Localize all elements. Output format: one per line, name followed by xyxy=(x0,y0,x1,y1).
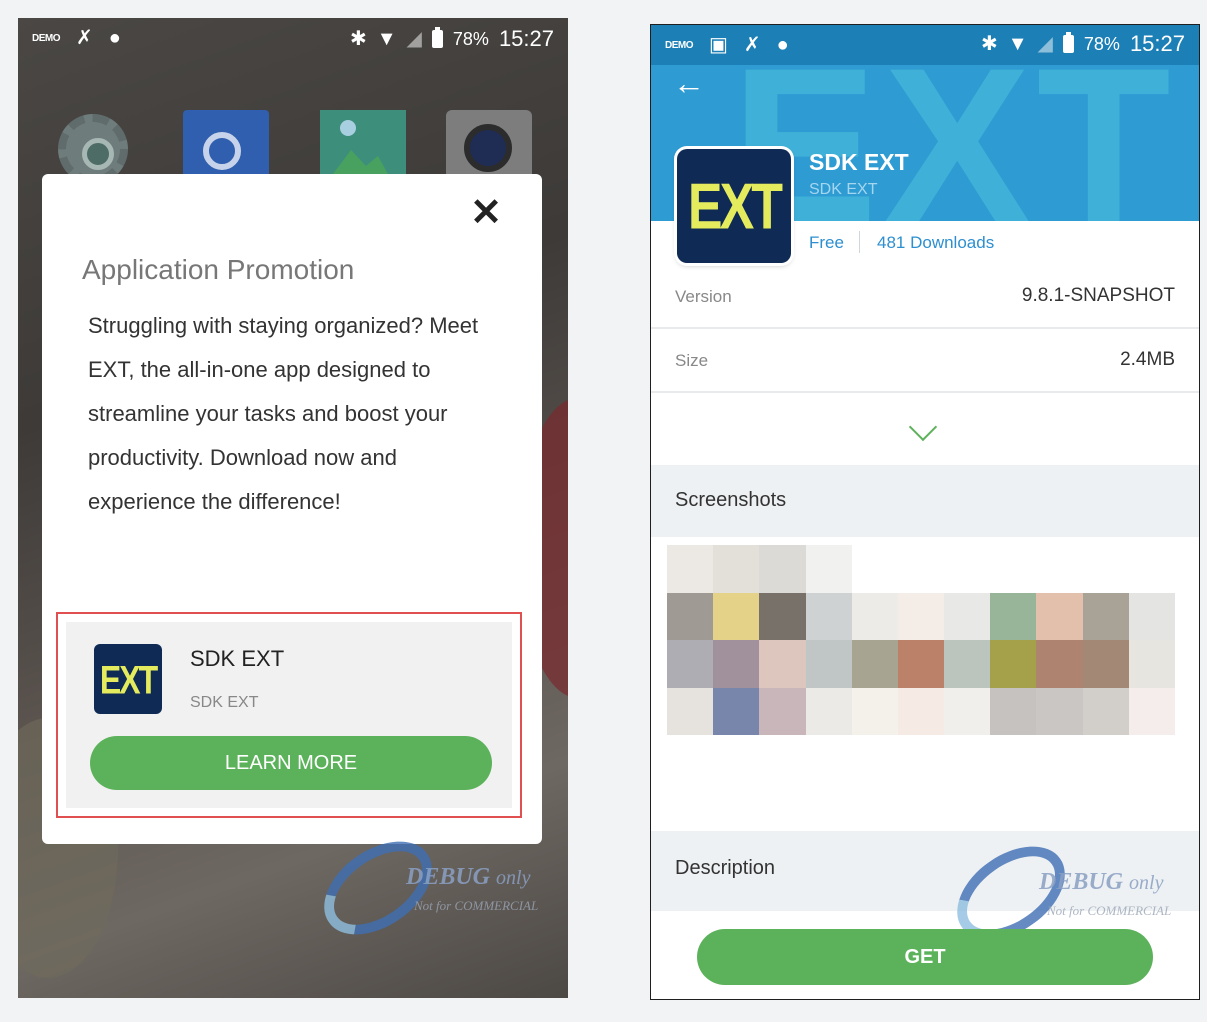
app-logo: EXT xyxy=(677,149,791,263)
image-icon: ▣ xyxy=(709,34,728,56)
watermark-subtext: Not for COMMERCIAL xyxy=(1047,903,1172,918)
gallery-app-icon[interactable] xyxy=(320,110,406,180)
screenshot-gallery[interactable] xyxy=(667,545,1175,735)
watermark-only: only xyxy=(496,867,531,889)
promo-app-name: SDK EXT xyxy=(190,646,285,671)
promo-card[interactable]: EXT SDK EXT SDK EXT LEARN MORE xyxy=(56,612,522,818)
section-title: Screenshots xyxy=(675,489,787,511)
watermark-debug: DEBUG xyxy=(1039,869,1124,895)
learn-more-button[interactable]: LEARN MORE xyxy=(90,736,492,790)
no-notification-icon: ✗ xyxy=(743,34,761,56)
no-sim-icon: ◢ xyxy=(406,28,422,50)
watermark-only: only xyxy=(1129,872,1164,894)
clock: 15:27 xyxy=(1129,31,1185,56)
app-logo-text: EXT xyxy=(99,657,158,703)
back-arrow-icon[interactable]: ← xyxy=(673,67,705,99)
download-count: 481 Downloads xyxy=(877,233,995,252)
wifi-icon: ▼ xyxy=(376,28,397,50)
bluetooth-icon: ✱ xyxy=(349,28,367,50)
status-bar: DEMO ✗ ● ✱ ▼ ◢ 78% 15:27 xyxy=(18,18,568,62)
bluetooth-icon: ✱ xyxy=(980,33,998,55)
watermark-text: DEBUG only xyxy=(406,864,530,891)
section-title: Description xyxy=(675,857,776,879)
no-notification-icon: ✗ xyxy=(76,27,93,49)
right-phone-screen: EXT DEMO ▣ ✗ ● ✱ ▼ ◢ 78% 15:27 ← EXT SDK… xyxy=(650,24,1200,1000)
clock: 15:27 xyxy=(498,26,554,51)
info-row-size: Size 2.4MB xyxy=(651,329,1199,393)
get-button[interactable]: GET xyxy=(697,929,1153,985)
chrome-app-icon[interactable] xyxy=(183,110,269,180)
price-label: Free xyxy=(809,233,844,252)
watermark-subtext: Not for COMMERCIAL xyxy=(414,898,539,913)
message-icon: ● xyxy=(108,27,121,49)
divider xyxy=(859,231,860,253)
battery-icon xyxy=(1062,32,1074,53)
watermark-debug: DEBUG xyxy=(406,864,491,890)
screenshots-header: Screenshots xyxy=(651,465,1199,537)
left-phone-screen: DEMO ✗ ● ✱ ▼ ◢ 78% 15:27 ✕ Application P… xyxy=(18,18,568,998)
promo-app-subtitle: SDK EXT xyxy=(190,694,259,711)
app-subtitle: SDK EXT xyxy=(809,181,878,198)
info-value: 9.8.1-SNAPSHOT xyxy=(1021,285,1175,306)
battery-percent: 78% xyxy=(452,28,489,49)
watermark-text: DEBUG only xyxy=(1039,869,1163,896)
demo-icon: DEMO xyxy=(32,32,61,44)
chevron-down-icon[interactable] xyxy=(908,412,938,442)
camera-app-icon[interactable] xyxy=(446,110,532,180)
dialog-body: Struggling with staying organized? Meet … xyxy=(88,313,479,514)
battery-icon xyxy=(431,27,443,48)
no-sim-icon: ◢ xyxy=(1037,33,1053,55)
app-logo: EXT xyxy=(94,644,162,714)
battery-percent: 78% xyxy=(1083,33,1120,54)
info-key: Size xyxy=(675,351,709,370)
app-logo-text: EXT xyxy=(687,170,783,244)
dialog-title: Application Promotion xyxy=(82,254,355,285)
status-bar: DEMO ▣ ✗ ● ✱ ▼ ◢ 78% 15:27 xyxy=(651,25,1199,65)
settings-app-icon[interactable] xyxy=(54,110,140,184)
info-key: Version xyxy=(675,287,732,306)
close-icon[interactable]: ✕ xyxy=(470,194,502,232)
wifi-icon: ▼ xyxy=(1007,33,1028,55)
app-name: SDK EXT xyxy=(809,149,909,175)
message-icon: ● xyxy=(776,34,789,56)
info-value: 2.4MB xyxy=(1120,349,1175,370)
info-row-version: Version 9.8.1-SNAPSHOT xyxy=(651,265,1199,329)
demo-icon: DEMO xyxy=(665,39,694,51)
promotion-dialog: ✕ Application Promotion Struggling with … xyxy=(42,174,542,844)
